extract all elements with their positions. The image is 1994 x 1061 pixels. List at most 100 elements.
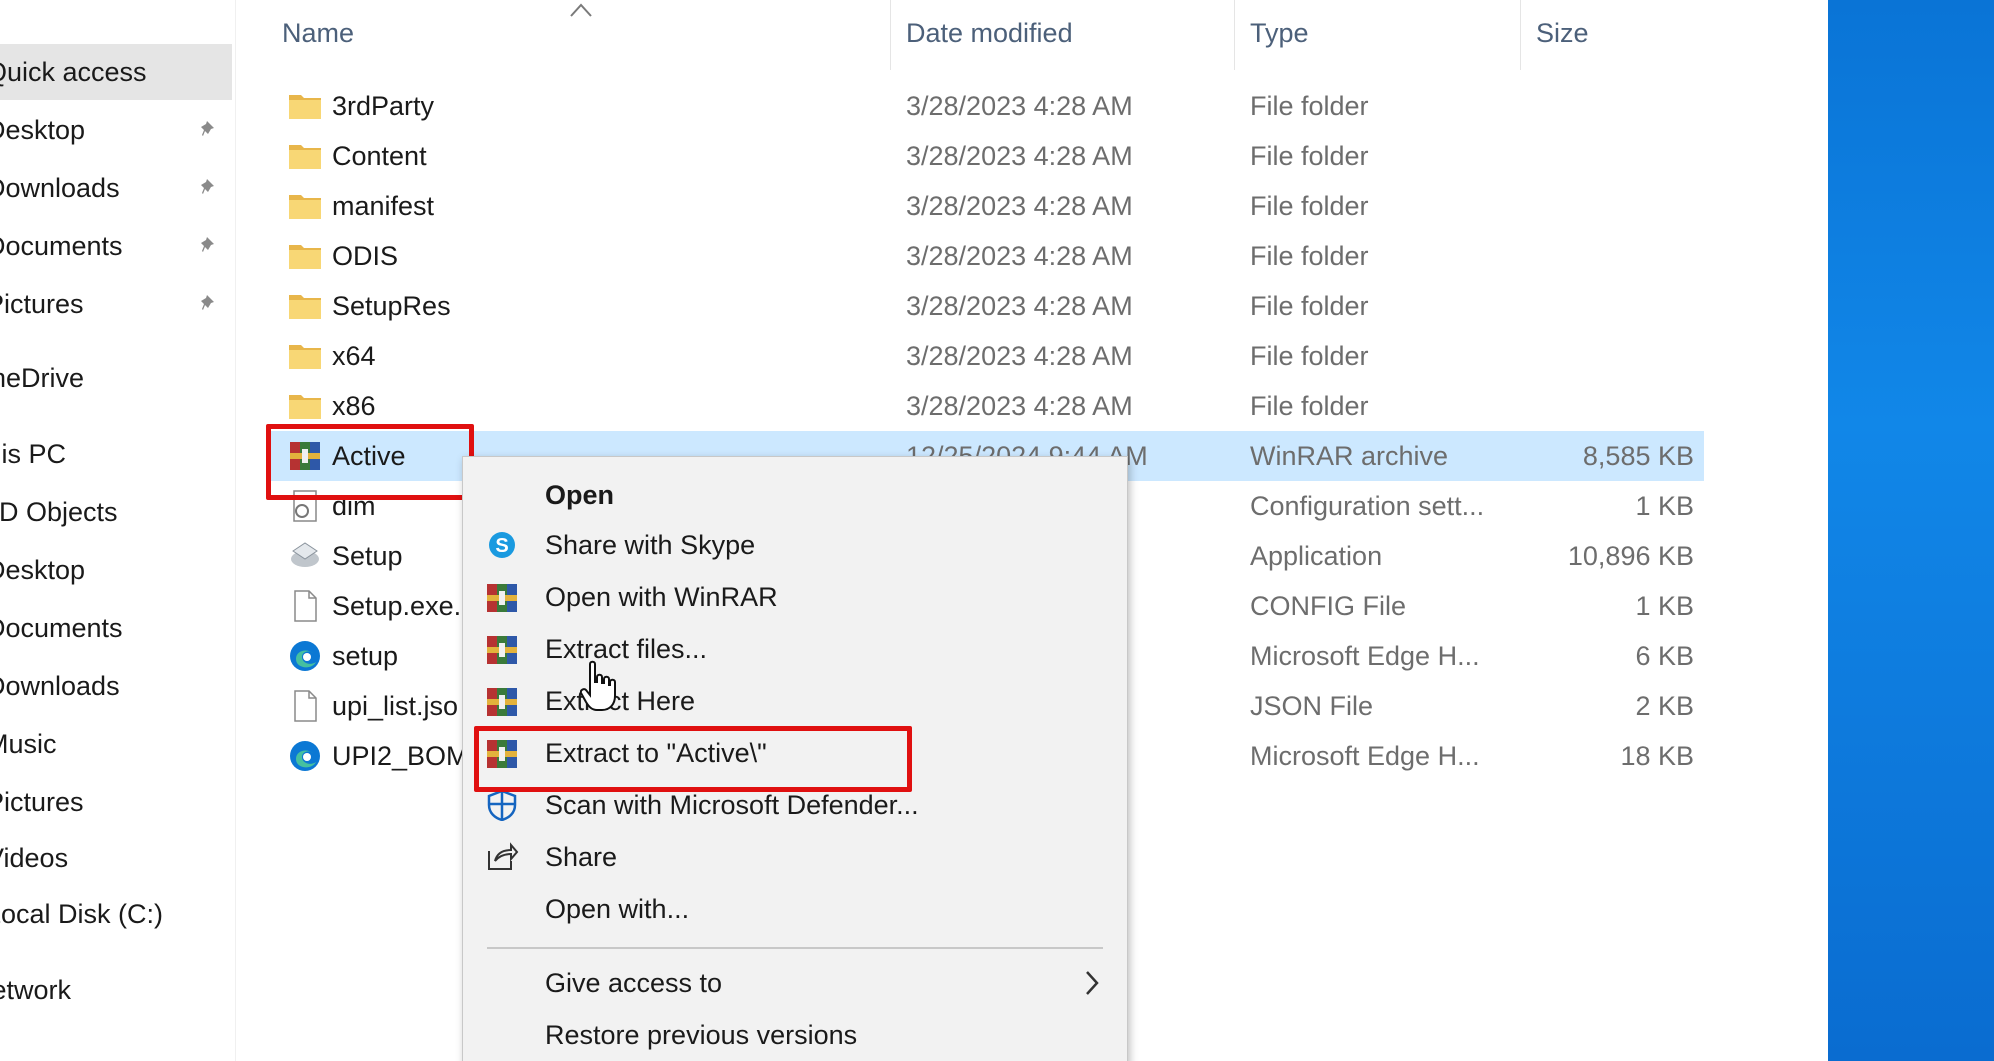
menu-item-extract-files[interactable]: Extract files... — [463, 623, 1127, 675]
sidebar-item-label: This PC — [0, 439, 67, 469]
sidebar-item-label: Desktop — [0, 555, 86, 585]
file-name: x64 — [332, 341, 376, 371]
file-type: File folder — [1250, 91, 1369, 121]
menu-item-label: Extract files... — [545, 634, 708, 664]
menu-item-open[interactable]: Open — [463, 469, 1127, 521]
menu-item-give-access-to[interactable]: Give access to — [463, 957, 1127, 1009]
sidebar-item-downloads[interactable]: Downloads — [0, 160, 232, 216]
sidebar-item-documents[interactable]: Documents — [0, 218, 232, 274]
pin-icon — [201, 121, 214, 136]
highlight-box-active-file — [266, 424, 474, 500]
desktop-background — [1828, 0, 1994, 1061]
column-size[interactable]: Size — [1536, 18, 1589, 49]
menu-item-open-with[interactable]: Open with... — [463, 883, 1127, 935]
column-divider[interactable] — [1234, 0, 1235, 70]
sidebar-item-pictures[interactable]: Pictures — [0, 276, 232, 332]
folder-icon — [288, 139, 322, 173]
file-date-modified: 3/28/2023 4:28 AM — [906, 341, 1133, 371]
menu-item-share[interactable]: Share — [463, 831, 1127, 883]
sidebar-item-label: Music — [0, 729, 57, 759]
menu-separator — [487, 947, 1103, 949]
menu-item-label: Share with Skype — [545, 530, 756, 560]
file-type: Configuration sett... — [1250, 491, 1485, 521]
file-name: Content — [332, 141, 427, 171]
file-name: 3rdParty — [332, 91, 435, 121]
file-row[interactable]: manifest 3/28/2023 4:28 AM File folder — [268, 181, 1704, 231]
sidebar-item-desktop[interactable]: Desktop — [0, 102, 232, 158]
chevron-right-icon — [1083, 969, 1101, 997]
file-size: 6 KB — [1635, 641, 1694, 671]
menu-item-label: Open with... — [545, 894, 690, 924]
menu-item-label: Extract Here — [545, 686, 696, 716]
sidebar-item-3d-objects[interactable]: 3D Objects — [0, 484, 232, 540]
file-name: UPI2_BOM — [332, 741, 469, 771]
skype-icon: S — [485, 529, 519, 561]
folder-icon — [288, 89, 322, 123]
sidebar-item-label: Documents — [0, 613, 123, 643]
sidebar-item-label: Local Disk (C:) — [0, 899, 164, 929]
menu-item-share-with-skype[interactable]: S Share with Skype — [463, 519, 1127, 571]
column-name[interactable]: Name — [282, 18, 354, 49]
sidebar-item-label: Pictures — [0, 787, 84, 817]
sidebar-item-desktop-pc[interactable]: Desktop — [0, 542, 232, 598]
sidebar-item-label: OneDrive — [0, 363, 85, 393]
column-type[interactable]: Type — [1250, 18, 1309, 49]
sidebar-item-quick-access[interactable]: Quick access — [0, 44, 232, 100]
file-row[interactable]: 3rdParty 3/28/2023 4:28 AM File folder — [268, 81, 1704, 131]
sidebar-item-local-disk[interactable]: Local Disk (C:) — [0, 886, 232, 942]
sidebar-item-label: Desktop — [0, 115, 86, 145]
window-edge — [1712, 0, 1828, 1061]
edge-icon — [288, 739, 322, 773]
menu-item-open-with-winrar[interactable]: Open with WinRAR — [463, 571, 1127, 623]
file-row[interactable]: x86 3/28/2023 4:28 AM File folder — [268, 381, 1704, 431]
menu-item-extract-here[interactable]: Extract Here — [463, 675, 1127, 727]
sidebar-item-documents-pc[interactable]: Documents — [0, 600, 232, 656]
file-type: File folder — [1250, 391, 1369, 421]
setup-app-icon — [288, 539, 322, 573]
file-type: File folder — [1250, 191, 1369, 221]
file-size: 10,896 KB — [1567, 541, 1694, 571]
file-type: Application — [1250, 541, 1383, 571]
sidebar-item-videos[interactable]: Videos — [0, 830, 232, 886]
file-type: JSON File — [1250, 691, 1374, 721]
sidebar-item-onedrive[interactable]: OneDrive — [0, 350, 232, 406]
sidebar-item-downloads-pc[interactable]: Downloads — [0, 658, 232, 714]
sidebar-item-label: Downloads — [0, 173, 120, 203]
file-row[interactable]: Content 3/28/2023 4:28 AM File folder — [268, 131, 1704, 181]
sidebar-item-pictures-pc[interactable]: Pictures — [0, 774, 232, 830]
folder-icon — [288, 189, 322, 223]
sidebar-item-music[interactable]: Music — [0, 716, 232, 772]
column-divider[interactable] — [1520, 0, 1521, 70]
file-size: 1 KB — [1635, 491, 1694, 521]
file-type: File folder — [1250, 341, 1369, 371]
folder-icon — [288, 339, 322, 373]
sidebar-item-label: 3D Objects — [0, 497, 118, 527]
file-row[interactable]: x64 3/28/2023 4:28 AM File folder — [268, 331, 1704, 381]
column-divider[interactable] — [890, 0, 891, 70]
sidebar-item-this-pc[interactable]: This PC — [0, 426, 232, 482]
pin-icon — [201, 179, 214, 194]
file-name: SetupRes — [332, 291, 451, 321]
file-date-modified: 3/28/2023 4:28 AM — [906, 141, 1133, 171]
file-type: File folder — [1250, 241, 1369, 271]
svg-text:S: S — [495, 535, 508, 557]
sidebar-item-network[interactable]: Network — [0, 962, 232, 1018]
file-name: ODIS — [332, 241, 399, 271]
file-size: 2 KB — [1635, 691, 1694, 721]
file-name: manifest — [332, 191, 435, 221]
winrar-icon — [485, 633, 519, 665]
folder-icon — [288, 289, 322, 323]
column-date-modified[interactable]: Date modified — [906, 18, 1073, 49]
folder-icon — [288, 389, 322, 423]
file-size: 8,585 KB — [1582, 441, 1694, 471]
blank-file-icon — [288, 589, 322, 623]
pin-icon — [201, 295, 214, 310]
menu-item-restore-previous-versions[interactable]: Restore previous versions — [463, 1009, 1127, 1061]
menu-item-label: Open with WinRAR — [545, 582, 778, 612]
file-date-modified: 3/28/2023 4:28 AM — [906, 91, 1133, 121]
file-date-modified: 3/28/2023 4:28 AM — [906, 291, 1133, 321]
sidebar-item-label: Downloads — [0, 671, 120, 701]
file-row[interactable]: ODIS 3/28/2023 4:28 AM File folder — [268, 231, 1704, 281]
file-row[interactable]: SetupRes 3/28/2023 4:28 AM File folder — [268, 281, 1704, 331]
file-size: 1 KB — [1635, 591, 1694, 621]
